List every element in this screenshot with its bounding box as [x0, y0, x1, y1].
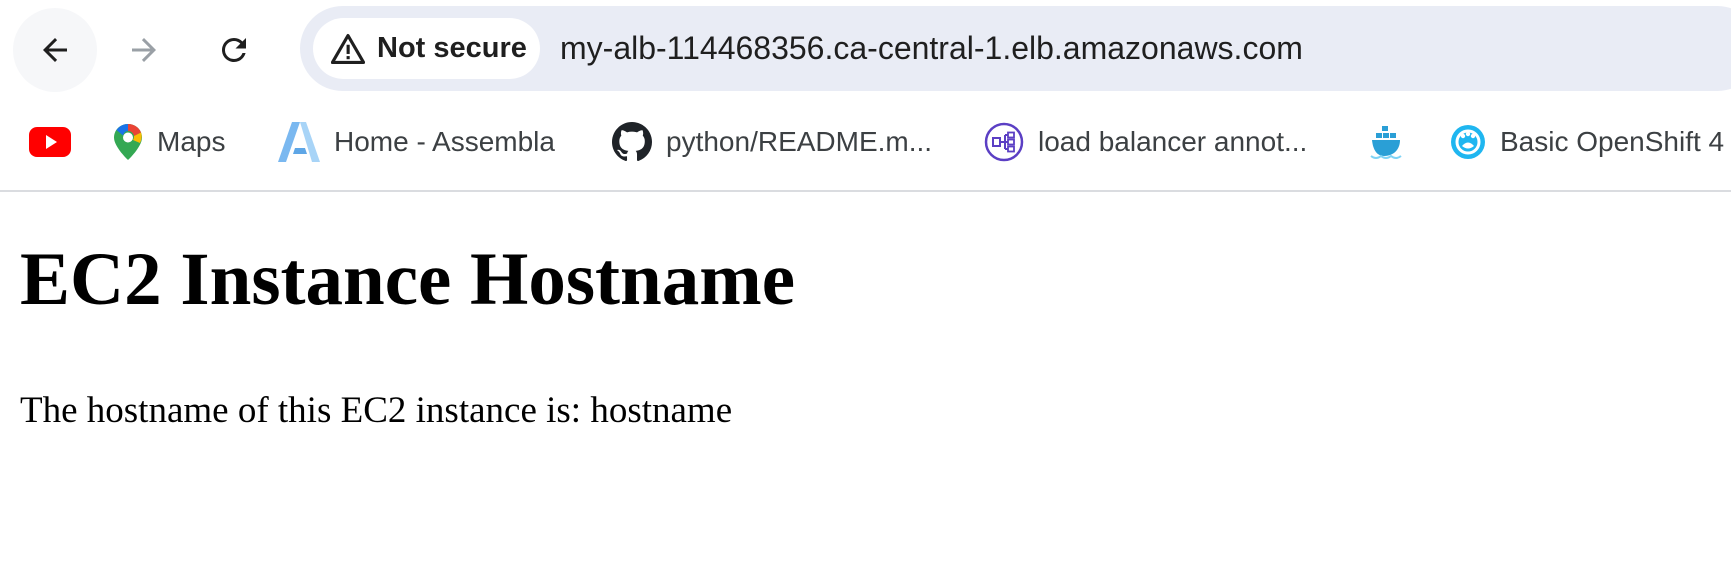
- reload-icon: [221, 37, 246, 62]
- arrow-left-icon: [43, 38, 67, 62]
- youtube-icon: [29, 127, 71, 157]
- google-maps-icon: [114, 124, 142, 160]
- bookmark-docker[interactable]: [1368, 100, 1406, 184]
- bookmark-load-balancer[interactable]: load balancer annot...: [984, 100, 1307, 184]
- url-text[interactable]: my-alb-114468356.ca-central-1.elb.amazon…: [560, 6, 1303, 91]
- reload-button[interactable]: [192, 8, 276, 92]
- bookmark-maps[interactable]: Maps: [113, 100, 225, 184]
- bookmark-label: load balancer annot...: [1038, 126, 1308, 157]
- bookmark-label: Basic OpenShift 4: [1500, 126, 1725, 157]
- browser-chrome: Not secure my-alb-114468356.ca-central-1…: [0, 0, 1731, 192]
- openshift-icon: [1451, 125, 1485, 159]
- bookmark-openshift[interactable]: Basic OpenShift 4: [1450, 100, 1724, 184]
- docker-icon: [1370, 126, 1402, 159]
- page-content: EC2 Instance Hostname The hostname of th…: [0, 194, 1731, 575]
- arrow-right-icon: [132, 38, 156, 62]
- page-title: EC2 Instance Hostname: [20, 238, 796, 321]
- github-icon: [612, 122, 652, 162]
- bookmark-github[interactable]: python/README.m...: [612, 100, 932, 184]
- bookmark-label: Home - Assembla: [334, 126, 555, 157]
- forward-button[interactable]: [102, 8, 186, 92]
- bookmark-label: python/README.m...: [666, 126, 933, 157]
- bookmark-youtube[interactable]: [29, 100, 71, 184]
- browser-toolbar: Not secure my-alb-114468356.ca-central-1…: [0, 0, 1731, 96]
- bookmark-assembla[interactable]: Home - Assembla: [278, 100, 555, 184]
- bookmarks-bar: Maps Home - Assembla python/README.m...: [0, 100, 1731, 184]
- warning-triangle-icon: [331, 33, 365, 64]
- security-chip[interactable]: Not secure: [313, 18, 540, 79]
- hostname-paragraph: The hostname of this EC2 instance is: ho…: [20, 390, 733, 431]
- assembla-icon: [278, 122, 320, 162]
- address-bar[interactable]: Not secure my-alb-114468356.ca-central-1…: [300, 6, 1731, 91]
- bookmark-label: Maps: [157, 126, 226, 157]
- back-button[interactable]: [13, 8, 97, 92]
- security-chip-label: Not secure: [377, 32, 527, 64]
- load-balancer-icon: [984, 122, 1024, 162]
